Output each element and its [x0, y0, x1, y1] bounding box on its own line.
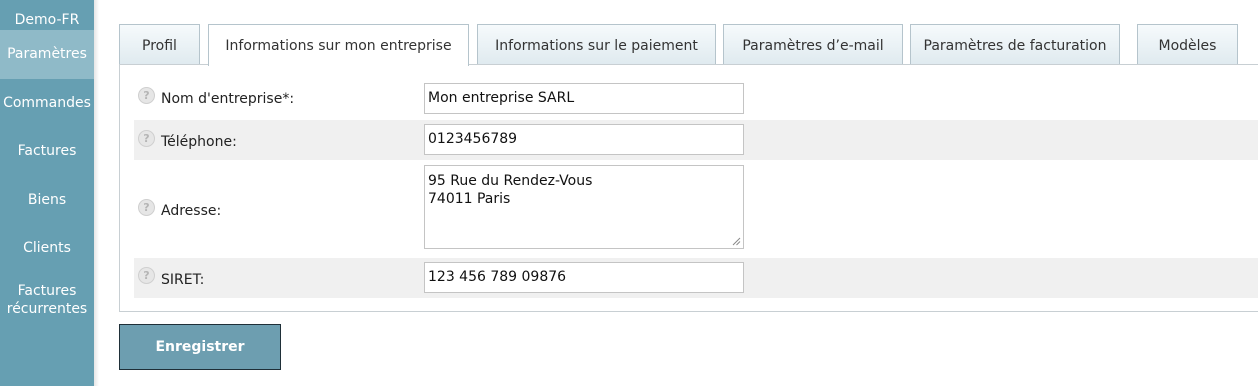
- help-icon[interactable]: ?: [138, 267, 155, 284]
- tab-payment-info[interactable]: Informations sur le paiement: [477, 24, 716, 65]
- tab-company-info[interactable]: Informations sur mon entreprise: [208, 24, 469, 66]
- sidebar-item-parametres[interactable]: Paramètres: [0, 30, 94, 79]
- company-name-input[interactable]: Mon entreprise SARL: [424, 83, 744, 114]
- sidebar-shadow: [94, 0, 99, 386]
- phone-row: ? Téléphone: 0123456789: [134, 120, 1258, 160]
- sidebar-item-clients[interactable]: Clients: [0, 224, 94, 273]
- sidebar-item-factures-recurrentes[interactable]: Factures récurrentes: [0, 273, 94, 333]
- help-icon[interactable]: ?: [138, 87, 155, 104]
- address-row: ? Adresse: 95 Rue du Rendez-Vous 74011 P…: [134, 161, 1258, 253]
- siret-input[interactable]: 123 456 789 09876: [424, 262, 744, 293]
- company-info-panel: ? Nom d'entreprise*: Mon entreprise SARL…: [119, 64, 1258, 312]
- siret-row: ? SIRET: 123 456 789 09876: [134, 258, 1258, 298]
- resize-grip-icon[interactable]: [732, 237, 741, 246]
- sidebar-item-factures[interactable]: Factures: [0, 127, 94, 176]
- save-button[interactable]: Enregistrer: [119, 324, 281, 370]
- sidebar-item-commandes[interactable]: Commandes: [0, 79, 94, 128]
- help-icon[interactable]: ?: [138, 130, 155, 147]
- tab-profil[interactable]: Profil: [119, 24, 200, 65]
- phone-input[interactable]: 0123456789: [424, 124, 744, 155]
- address-textarea[interactable]: 95 Rue du Rendez-Vous 74011 Paris: [424, 165, 744, 249]
- sidebar-nav: Paramètres Commandes Factures Biens Clie…: [0, 30, 94, 333]
- tab-templates[interactable]: Modèles: [1137, 24, 1238, 65]
- address-line-1: 95 Rue du Rendez-Vous: [428, 173, 593, 189]
- sidebar: Demo-FR Paramètres Commandes Factures Bi…: [0, 0, 94, 386]
- tab-billing-settings[interactable]: Paramètres de facturation: [910, 24, 1120, 65]
- address-line-2: 74011 Paris: [428, 191, 511, 207]
- sidebar-item-biens[interactable]: Biens: [0, 176, 94, 225]
- sidebar-item-label-line1: Factures: [17, 282, 77, 299]
- company-name-row: ? Nom d'entreprise*: Mon entreprise SARL: [134, 79, 1258, 115]
- company-name-label: Nom d'entreprise*:: [161, 91, 295, 107]
- tab-email-settings[interactable]: Paramètres d’e-mail: [723, 24, 903, 65]
- siret-label: SIRET:: [161, 272, 205, 288]
- address-label: Adresse:: [161, 203, 222, 219]
- brand-name: Demo-FR: [14, 12, 80, 28]
- sidebar-item-label-line2: récurrentes: [6, 300, 88, 317]
- help-icon[interactable]: ?: [138, 199, 155, 216]
- phone-label: Téléphone:: [161, 134, 237, 150]
